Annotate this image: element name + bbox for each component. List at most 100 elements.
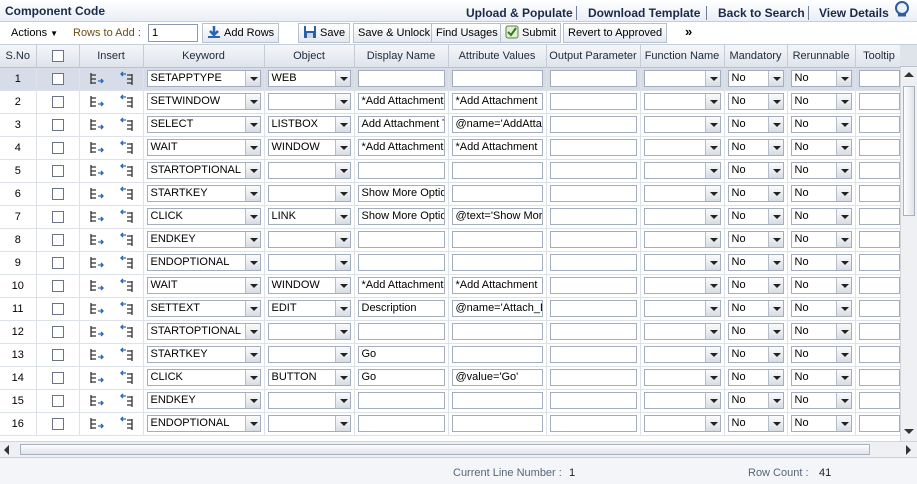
attribute-values-field[interactable]: *Add Attachment [451, 93, 543, 110]
attribute-values-field[interactable]: @value='Go' [451, 369, 543, 386]
attribute-values-field[interactable]: @text='Show More Options' [451, 208, 543, 225]
row-checkbox[interactable] [51, 164, 64, 177]
vertical-scrollbar[interactable] [900, 67, 917, 441]
insert-row-below-icon[interactable] [119, 163, 136, 179]
output-parameter-field[interactable] [549, 346, 637, 363]
insert-row-below-icon[interactable] [119, 301, 136, 317]
tooltip-field[interactable] [858, 300, 900, 317]
chevron-down-icon[interactable] [767, 71, 783, 86]
output-parameter-field[interactable] [549, 392, 637, 409]
header-insert[interactable]: Insert [79, 45, 144, 68]
display-name-field[interactable] [357, 70, 445, 87]
vertical-scroll-thumb[interactable] [903, 86, 915, 216]
output-parameter-field[interactable] [549, 231, 637, 248]
row-checkbox[interactable] [51, 72, 64, 85]
display-name-field[interactable] [357, 323, 445, 340]
table-row[interactable]: 4 WAIT WINDOW *Add Attachment *Add Attachmen… [0, 136, 900, 160]
mandatory-select[interactable]: No [727, 231, 784, 248]
display-name-field[interactable]: Description [357, 300, 445, 317]
chevron-down-icon[interactable] [767, 255, 783, 270]
object-select[interactable] [267, 231, 351, 248]
function-name-select[interactable] [643, 139, 721, 156]
chevron-down-icon[interactable] [767, 370, 783, 385]
chevron-down-icon[interactable] [835, 416, 851, 431]
chevron-down-icon[interactable] [704, 301, 720, 316]
chevron-down-icon[interactable] [334, 324, 350, 339]
tooltip-field[interactable] [858, 415, 900, 432]
display-name-field[interactable]: Go [357, 369, 445, 386]
chevron-down-icon[interactable] [767, 140, 783, 155]
chevron-down-icon[interactable] [767, 278, 783, 293]
rerunnable-select[interactable]: No [790, 139, 852, 156]
tooltip-field[interactable] [858, 346, 900, 363]
mandatory-select[interactable]: No [727, 116, 784, 133]
table-row[interactable]: 2 SETWINDOW *Add Attachment *Add Attachment… [0, 90, 900, 114]
table-row[interactable]: 1 SETAPPTYPE WEB No No [0, 67, 900, 91]
chevron-down-icon[interactable] [244, 416, 260, 431]
tooltip-field[interactable] [858, 231, 900, 248]
chevron-down-icon[interactable] [835, 393, 851, 408]
scroll-right-icon[interactable] [906, 445, 911, 455]
attribute-values-field[interactable] [451, 162, 543, 179]
insert-row-above-icon[interactable] [88, 94, 104, 110]
chevron-down-icon[interactable] [244, 209, 260, 224]
chevron-down-icon[interactable] [244, 301, 260, 316]
rerunnable-select[interactable]: No [790, 323, 852, 340]
output-parameter-field[interactable] [549, 208, 637, 225]
attribute-values-field[interactable] [451, 70, 543, 87]
output-parameter-field[interactable] [549, 185, 637, 202]
output-parameter-field[interactable] [549, 139, 637, 156]
keyword-select[interactable]: SETWINDOW [146, 93, 261, 110]
chevron-down-icon[interactable] [704, 255, 720, 270]
insert-row-below-icon[interactable] [119, 416, 136, 432]
object-select[interactable] [267, 162, 351, 179]
output-parameter-field[interactable] [549, 277, 637, 294]
scroll-up-icon[interactable] [904, 72, 914, 77]
insert-row-above-icon[interactable] [88, 393, 104, 409]
chevron-down-icon[interactable] [704, 140, 720, 155]
insert-row-below-icon[interactable] [119, 209, 136, 225]
rerunnable-select[interactable]: No [790, 70, 852, 87]
mandatory-select[interactable]: No [727, 93, 784, 110]
keyword-select[interactable]: SELECT [146, 116, 261, 133]
rerunnable-select[interactable]: No [790, 185, 852, 202]
row-checkbox[interactable] [51, 118, 64, 131]
chevron-down-icon[interactable] [334, 163, 350, 178]
table-row[interactable]: 11 SETTEXT EDIT Description @name='Attach_De… [0, 297, 900, 321]
chevron-down-icon[interactable] [767, 163, 783, 178]
keyword-select[interactable]: ENDKEY [146, 392, 261, 409]
tooltip-field[interactable] [858, 185, 900, 202]
object-select[interactable]: WINDOW [267, 277, 351, 294]
header-select-all[interactable] [36, 45, 80, 68]
output-parameter-field[interactable] [549, 162, 637, 179]
table-row[interactable]: 15 ENDKEY No No [0, 389, 900, 413]
function-name-select[interactable] [643, 323, 721, 340]
add-rows-button[interactable]: Add Rows [202, 23, 280, 43]
attribute-values-field[interactable]: *Add Attachment [451, 139, 543, 156]
chevron-down-icon[interactable] [835, 71, 851, 86]
rows-to-add-input[interactable] [148, 24, 198, 42]
insert-row-above-icon[interactable] [88, 278, 104, 294]
chevron-down-icon[interactable] [244, 140, 260, 155]
chevron-down-icon[interactable] [334, 370, 350, 385]
output-parameter-field[interactable] [549, 70, 637, 87]
submit-button[interactable]: Submit [500, 23, 562, 43]
chevron-down-icon[interactable] [704, 117, 720, 132]
function-name-select[interactable] [643, 277, 721, 294]
tooltip-field[interactable] [858, 369, 900, 386]
chevron-down-icon[interactable] [244, 255, 260, 270]
header-display-name[interactable]: Display Name [354, 45, 449, 68]
chevron-down-icon[interactable] [704, 71, 720, 86]
mandatory-select[interactable]: No [727, 323, 784, 340]
rerunnable-select[interactable]: No [790, 346, 852, 363]
row-checkbox[interactable] [51, 417, 64, 430]
rerunnable-select[interactable]: No [790, 300, 852, 317]
keyword-select[interactable]: STARTOPTIONAL [146, 162, 261, 179]
view-details-link[interactable]: View Details [819, 6, 889, 20]
output-parameter-field[interactable] [549, 369, 637, 386]
chevron-down-icon[interactable] [334, 278, 350, 293]
tooltip-field[interactable] [858, 93, 900, 110]
rerunnable-select[interactable]: No [790, 162, 852, 179]
insert-row-above-icon[interactable] [88, 347, 104, 363]
chevron-down-icon[interactable] [835, 255, 851, 270]
